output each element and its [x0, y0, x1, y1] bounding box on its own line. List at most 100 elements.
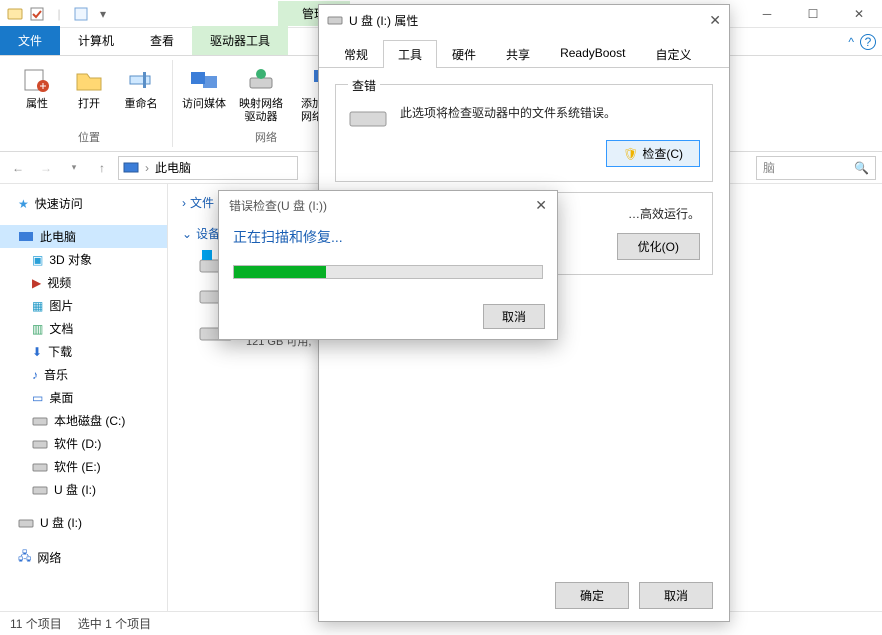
network-icon: 🖧 — [18, 547, 31, 568]
map-drive-button[interactable]: 映射网络 驱动器 — [231, 60, 291, 127]
nav-tree[interactable]: ★快速访问 此电脑 ▣3D 对象 ▶视频 ▦图片 ▥文档 ⬇下载 ♪音乐 ▭桌面… — [0, 184, 168, 611]
music-icon: ♪ — [32, 368, 38, 382]
tab-computer[interactable]: 计算机 — [60, 26, 132, 55]
chevron-right-icon[interactable]: › — [182, 196, 186, 210]
tree-soft-d[interactable]: 软件 (D:) — [0, 432, 167, 455]
tab-custom[interactable]: 自定义 — [640, 40, 706, 68]
qat-dropdown-icon[interactable] — [72, 5, 90, 23]
drive-icon — [32, 438, 48, 450]
drive-icon — [327, 14, 343, 26]
qat-divider: | — [50, 5, 68, 23]
quick-access-toolbar: | ▾ — [0, 5, 118, 23]
cancel-button[interactable]: 取消 — [483, 304, 545, 329]
drive-icon — [32, 415, 48, 427]
desktop-icon: ▭ — [32, 391, 43, 405]
qat-caret-icon[interactable]: ▾ — [94, 5, 112, 23]
download-icon: ⬇ — [32, 345, 42, 359]
tree-this-pc[interactable]: 此电脑 — [0, 225, 167, 248]
help-icon[interactable]: ? — [860, 34, 876, 50]
tab-hardware[interactable]: 硬件 — [437, 40, 491, 68]
close-icon[interactable]: ✕ — [709, 12, 721, 29]
optimize-button[interactable]: 优化(O) — [617, 233, 700, 260]
error-check-title: 错误检查(U 盘 (I:)) — [229, 197, 327, 214]
error-check-message: 正在扫描和修复... — [219, 219, 557, 259]
check-errors-group: 查错 此选项将检查驱动器中的文件系统错误。 🛡检查(C) — [335, 84, 713, 182]
drive-icon — [32, 484, 48, 496]
progress-bar — [233, 265, 543, 279]
qat-checkbox-icon[interactable] — [28, 5, 46, 23]
video-icon: ▶ — [32, 276, 41, 290]
tree-music[interactable]: ♪音乐 — [0, 363, 167, 386]
properties-button[interactable]: 属性 — [12, 60, 62, 127]
minimize-button[interactable]: ─ — [744, 0, 790, 28]
ok-button[interactable]: 确定 — [555, 582, 629, 609]
tree-3d-objects[interactable]: ▣3D 对象 — [0, 248, 167, 271]
tree-videos[interactable]: ▶视频 — [0, 271, 167, 294]
tree-desktop[interactable]: ▭桌面 — [0, 386, 167, 409]
properties-buttons: 确定 取消 — [555, 582, 713, 609]
address-bar[interactable]: › 此电脑 — [118, 156, 298, 180]
back-button[interactable]: ← — [6, 156, 30, 180]
tab-file[interactable]: 文件 — [0, 26, 60, 55]
tab-view[interactable]: 查看 — [132, 26, 192, 55]
pc-icon — [123, 162, 139, 174]
close-button[interactable]: ✕ — [836, 0, 882, 28]
tree-local-c[interactable]: 本地磁盘 (C:) — [0, 409, 167, 432]
shield-icon: 🛡 — [623, 147, 638, 161]
pc-icon — [18, 231, 34, 243]
ribbon-group-location: 属性 打开 重命名 位置 — [6, 60, 173, 147]
tab-readyboost[interactable]: ReadyBoost — [545, 40, 640, 68]
tree-quick-access[interactable]: ★快速访问 — [0, 192, 167, 215]
tab-general[interactable]: 常规 — [329, 40, 383, 68]
check-desc: 此选项将检查驱动器中的文件系统错误。 — [400, 104, 616, 122]
cube-icon: ▣ — [32, 253, 43, 267]
tree-network[interactable]: 🖧网络 — [0, 544, 167, 571]
properties-tabs: 常规 工具 硬件 共享 ReadyBoost 自定义 — [319, 39, 729, 68]
progress-fill — [234, 266, 326, 278]
rename-button[interactable]: 重命名 — [116, 60, 166, 127]
tree-documents[interactable]: ▥文档 — [0, 317, 167, 340]
chevron-down-icon[interactable]: ⌄ — [182, 227, 192, 241]
tree-soft-e[interactable]: 软件 (E:) — [0, 455, 167, 478]
drive-icon — [348, 104, 388, 130]
ribbon-right-controls: ^ ? — [848, 34, 876, 50]
access-media-button[interactable]: 访问媒体 — [179, 60, 229, 127]
tree-udisk-1[interactable]: U 盘 (I:) — [0, 478, 167, 501]
check-legend: 查错 — [348, 77, 380, 94]
group-label-location: 位置 — [78, 127, 100, 147]
open-button[interactable]: 打开 — [64, 60, 114, 127]
tree-pictures[interactable]: ▦图片 — [0, 294, 167, 317]
properties-title: U 盘 (I:) 属性 — [349, 12, 418, 29]
maximize-button[interactable]: ☐ — [790, 0, 836, 28]
star-icon: ★ — [18, 197, 29, 211]
cancel-button[interactable]: 取消 — [639, 582, 713, 609]
error-check-dialog: 错误检查(U 盘 (I:)) ✕ 正在扫描和修复... 取消 — [218, 190, 558, 340]
document-icon: ▥ — [32, 322, 43, 336]
app-icon[interactable] — [6, 5, 24, 23]
collapse-ribbon-icon[interactable]: ^ — [848, 35, 854, 49]
tree-downloads[interactable]: ⬇下载 — [0, 340, 167, 363]
tab-tools[interactable]: 工具 — [383, 40, 437, 68]
error-check-titlebar[interactable]: 错误检查(U 盘 (I:)) ✕ — [219, 191, 557, 219]
up-button[interactable]: ↑ — [90, 156, 114, 180]
window-controls: ─ ☐ ✕ — [744, 0, 882, 28]
picture-icon: ▦ — [32, 299, 43, 313]
close-icon[interactable]: ✕ — [535, 197, 547, 214]
tab-drive-tools[interactable]: 驱动器工具 — [192, 26, 288, 55]
drive-icon — [18, 517, 34, 529]
status-items: 11 个项目 — [10, 615, 62, 632]
tree-udisk-2[interactable]: U 盘 (I:) — [0, 511, 167, 534]
address-text: 此电脑 — [155, 159, 191, 176]
properties-titlebar[interactable]: U 盘 (I:) 属性 ✕ — [319, 5, 729, 35]
tab-sharing[interactable]: 共享 — [491, 40, 545, 68]
group-label-network: 网络 — [255, 127, 277, 147]
address-separator-icon[interactable]: › — [145, 161, 149, 175]
search-icon: 🔍 — [854, 161, 869, 175]
recent-caret-icon[interactable]: ▾ — [62, 156, 86, 180]
forward-button[interactable]: → — [34, 156, 58, 180]
check-button[interactable]: 🛡检查(C) — [606, 140, 700, 167]
search-placeholder: 脑 — [763, 159, 775, 176]
search-box[interactable]: 脑 🔍 — [756, 156, 876, 180]
optimize-desc: …高效运行。 — [628, 205, 700, 223]
status-selected: 选中 1 个项目 — [78, 615, 151, 632]
